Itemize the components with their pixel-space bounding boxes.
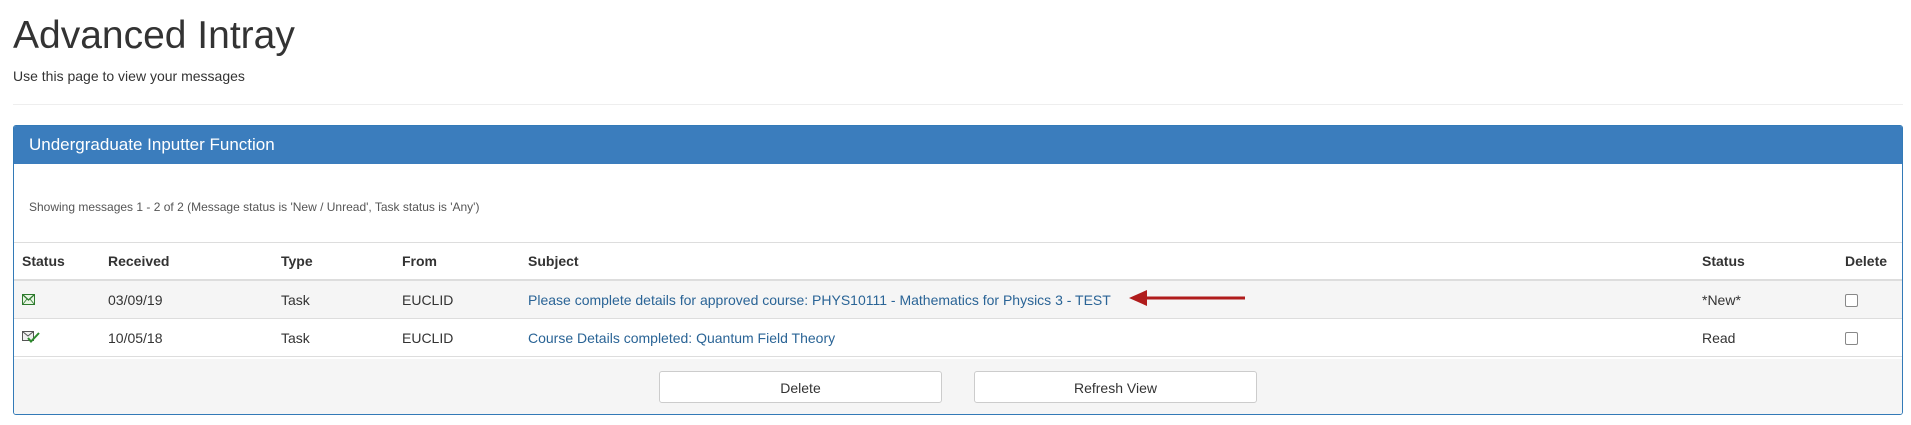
header-subject[interactable]: Subject <box>520 242 1694 281</box>
header-status-icon[interactable]: Status <box>14 242 100 281</box>
row-type: Task <box>273 318 394 357</box>
page-title: Advanced Intray <box>13 14 295 57</box>
row-from: EUCLID <box>394 280 520 319</box>
intray-panel: Undergraduate Inputter Function Showing … <box>13 125 1903 415</box>
refresh-view-button[interactable]: Refresh View <box>974 371 1257 403</box>
header-from[interactable]: From <box>394 242 520 281</box>
header-divider <box>13 104 1903 105</box>
page-subtitle: Use this page to view your messages <box>13 68 245 84</box>
messages-table: Status Received Type From Subject Status… <box>14 242 1902 357</box>
row-status: Read <box>1694 318 1837 357</box>
table-header-row: Status Received Type From Subject Status… <box>14 242 1902 281</box>
row-delete-cell <box>1837 318 1902 357</box>
row-subject-cell: Please complete details for approved cou… <box>520 280 1694 319</box>
table-row: 10/05/18 Task EUCLID Course Details comp… <box>14 318 1902 357</box>
row-received: 10/05/18 <box>100 318 273 357</box>
page-header: Advanced Intray Use this page to view yo… <box>13 10 1903 84</box>
row-delete-cell <box>1837 280 1902 319</box>
row-icon-cell <box>14 318 100 357</box>
header-delete: Delete <box>1837 242 1902 281</box>
row-from: EUCLID <box>394 318 520 357</box>
header-received[interactable]: Received <box>100 242 273 281</box>
messages-table-wrapper: Status Received Type From Subject Status… <box>14 242 1902 357</box>
row-subject-link[interactable]: Please complete details for approved cou… <box>528 292 1111 308</box>
header-type[interactable]: Type <box>273 242 394 281</box>
row-status: *New* <box>1694 280 1837 319</box>
annotation-arrow-icon <box>1127 286 1247 315</box>
read-check-icon <box>22 330 40 346</box>
delete-button[interactable]: Delete <box>659 371 942 403</box>
row-received: 03/09/19 <box>100 280 273 319</box>
table-row: 03/09/19 Task EUCLID Please complete det… <box>14 280 1902 319</box>
delete-checkbox[interactable] <box>1845 332 1858 346</box>
row-subject-cell: Course Details completed: Quantum Field … <box>520 318 1694 357</box>
panel-heading: Undergraduate Inputter Function <box>14 126 1902 164</box>
actions-bar: Delete Refresh View <box>14 359 1902 414</box>
delete-checkbox[interactable] <box>1845 294 1858 308</box>
messages-summary: Showing messages 1 - 2 of 2 (Message sta… <box>29 200 480 214</box>
row-subject-link[interactable]: Course Details completed: Quantum Field … <box>528 330 835 346</box>
row-icon-cell <box>14 280 100 319</box>
header-status[interactable]: Status <box>1694 242 1837 281</box>
row-type: Task <box>273 280 394 319</box>
envelope-icon <box>22 292 35 308</box>
